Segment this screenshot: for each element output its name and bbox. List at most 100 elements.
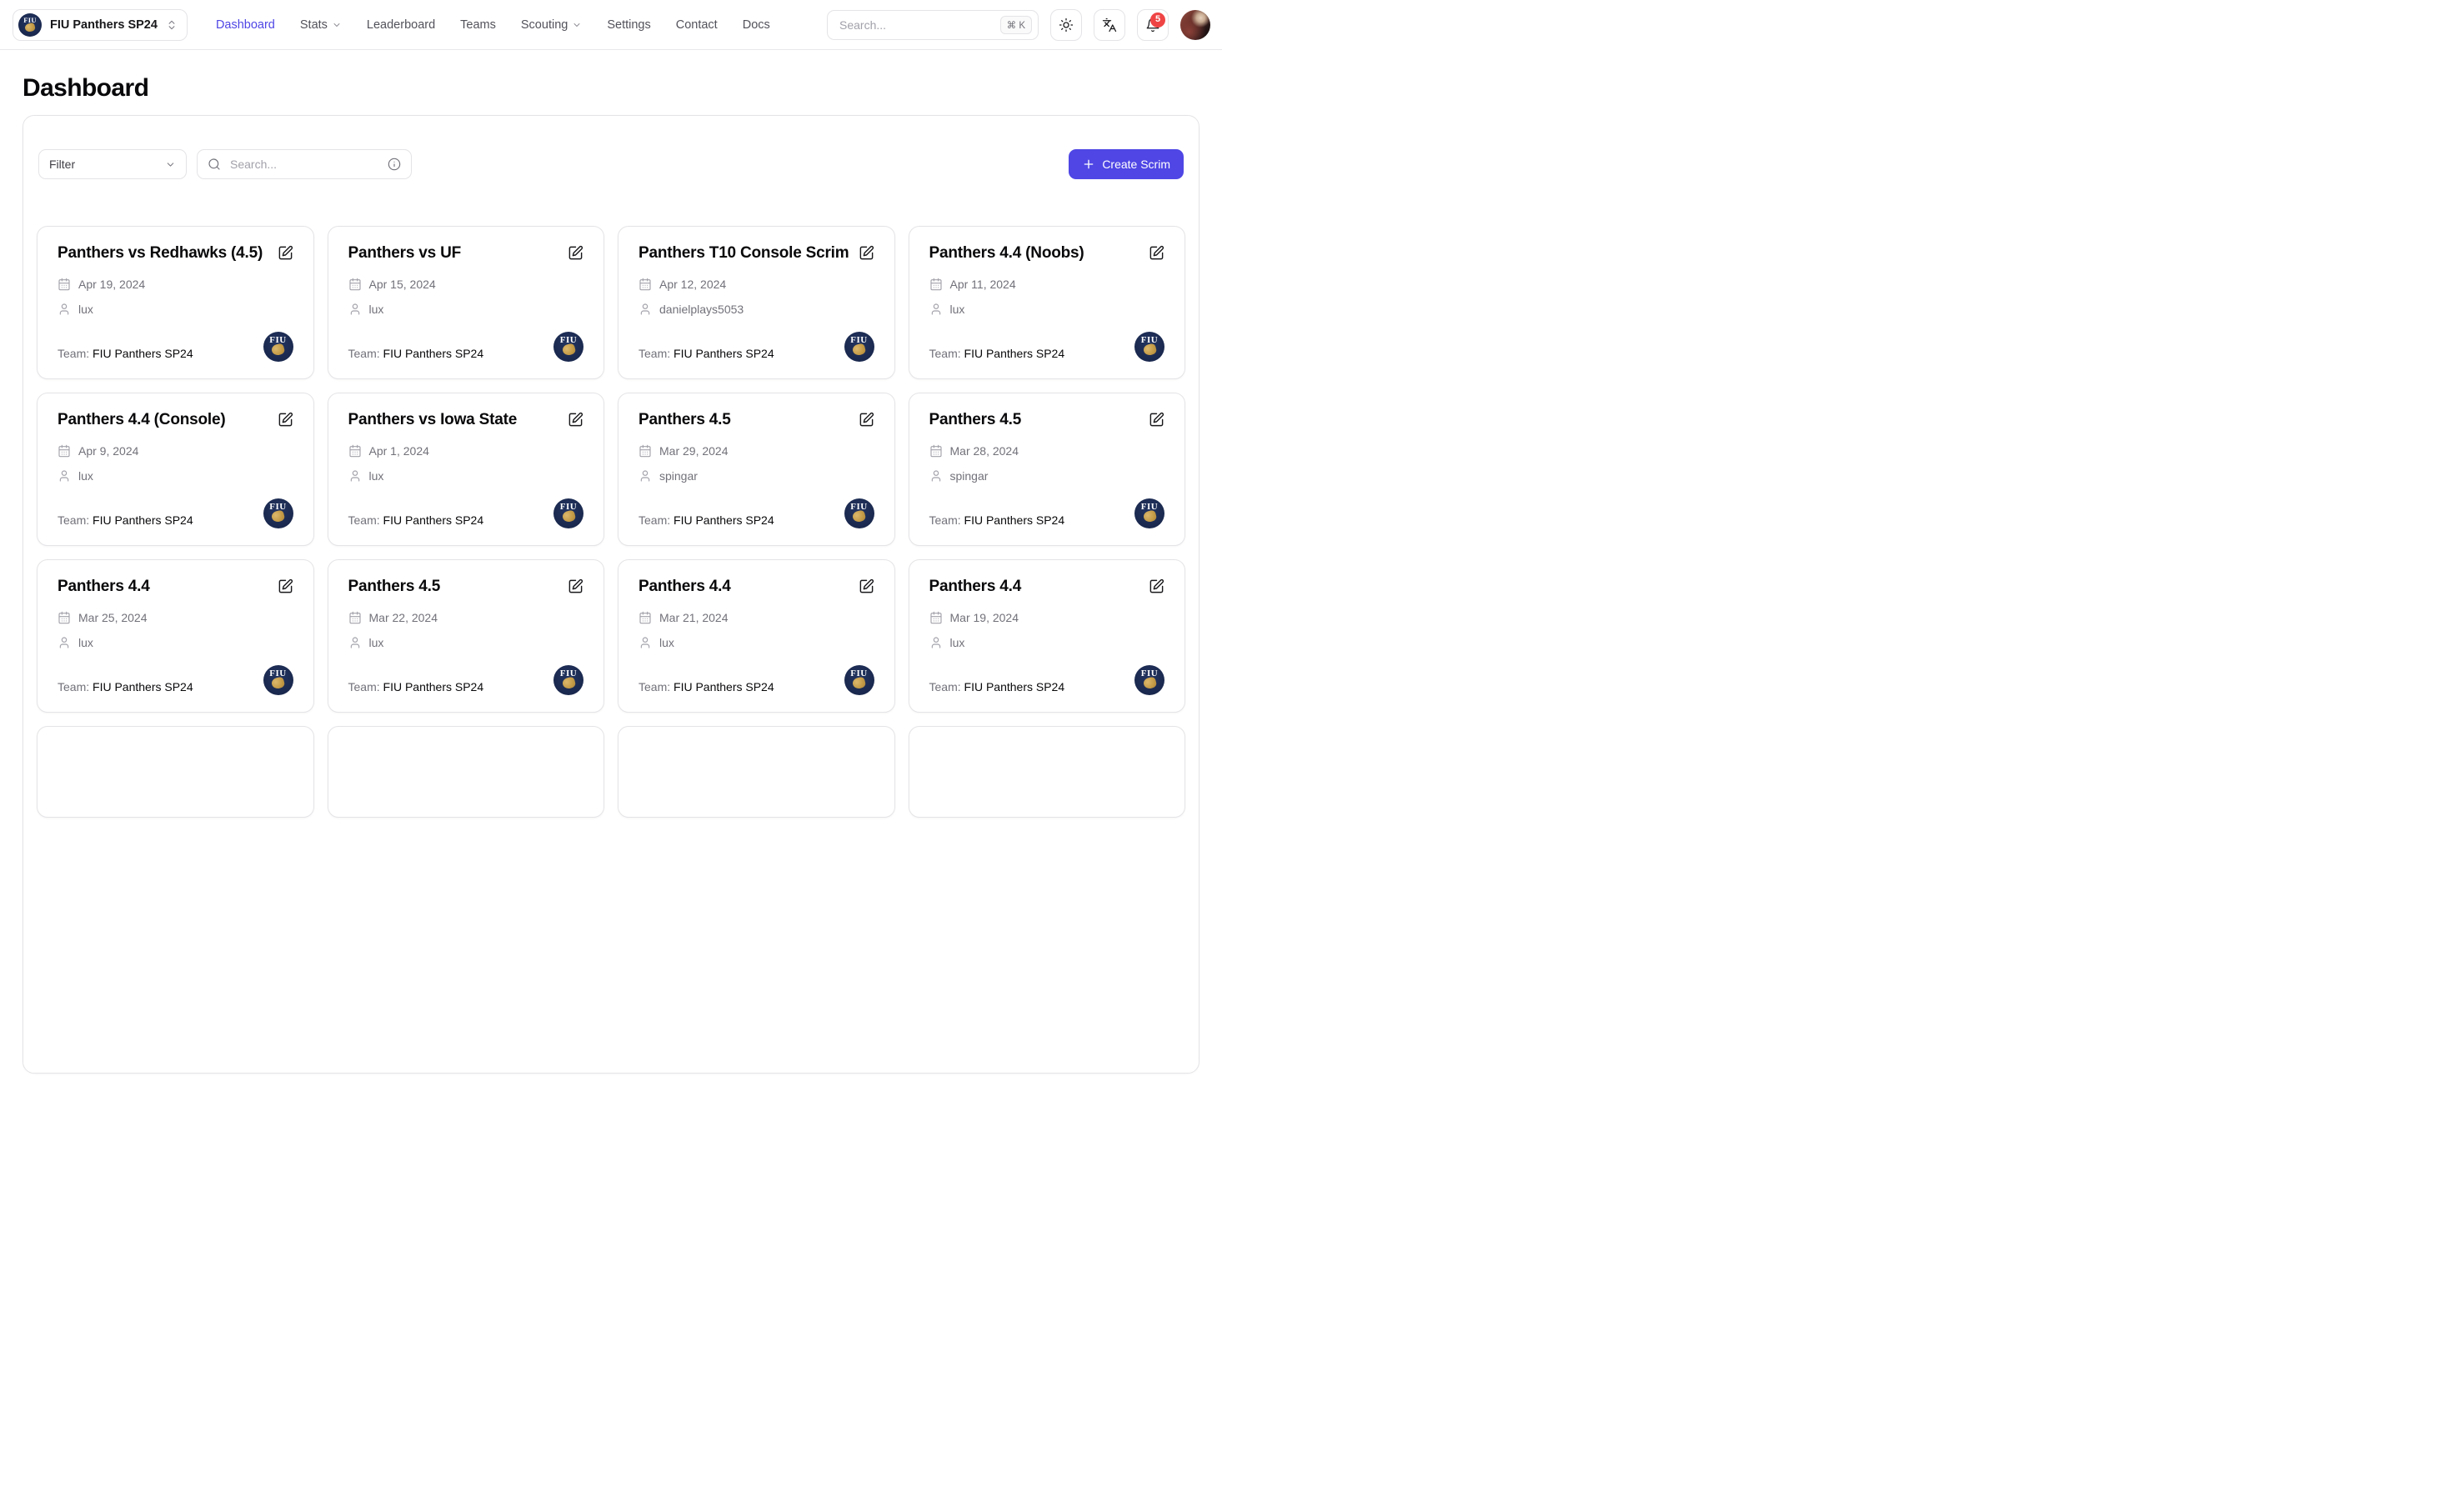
calendar-icon: [929, 611, 943, 624]
scrim-date: Mar 25, 2024: [58, 608, 293, 627]
scrim-card[interactable]: Panthers 4.5 Mar 28, 2024 spingar Team: …: [909, 393, 1186, 546]
edit-icon: [1149, 578, 1164, 594]
scrim-card[interactable]: Panthers 4.4 (Console) Apr 9, 2024 lux T…: [37, 393, 314, 546]
scrim-title: Panthers 4.5: [639, 410, 731, 430]
scrim-card[interactable]: Panthers 4.5 Mar 29, 2024 spingar Team: …: [618, 393, 895, 546]
team-line: Team: FIU Panthers SP24: [639, 512, 774, 528]
team-logo: FIU: [553, 665, 583, 695]
edit-scrim-button[interactable]: [1149, 245, 1164, 261]
team-line: Team: FIU Panthers SP24: [639, 678, 774, 695]
scrim-host: lux: [929, 633, 1165, 652]
nav-scouting-label: Scouting: [521, 18, 568, 32]
edit-icon: [568, 578, 583, 594]
edit-icon: [568, 412, 583, 428]
edit-scrim-button[interactable]: [1149, 412, 1164, 428]
scrim-title: Panthers 4.4 (Noobs): [929, 243, 1084, 263]
calendar-icon: [929, 444, 943, 458]
team-logo: FIU: [263, 665, 293, 695]
scrim-card[interactable]: Panthers vs Redhawks (4.5) Apr 19, 2024 …: [37, 226, 314, 379]
nav-stats[interactable]: Stats: [300, 18, 342, 32]
nav-scouting[interactable]: Scouting: [521, 18, 582, 32]
scrim-card[interactable]: Panthers 4.5 Mar 22, 2024 lux Team: FIU …: [328, 559, 605, 713]
calendar-icon: [58, 278, 71, 291]
team-line: Team: FIU Panthers SP24: [58, 512, 193, 528]
scrim-title: Panthers 4.4: [58, 577, 150, 597]
calendar-icon: [58, 444, 71, 458]
nav-leaderboard[interactable]: Leaderboard: [367, 18, 435, 32]
scrim-card[interactable]: Panthers vs UF Apr 15, 2024 lux Team: FI…: [328, 226, 605, 379]
edit-scrim-button[interactable]: [568, 245, 583, 261]
user-icon: [929, 303, 943, 316]
team-line: Team: FIU Panthers SP24: [929, 345, 1065, 362]
language-button[interactable]: [1094, 9, 1125, 41]
scrim-search: [197, 149, 412, 179]
user-icon: [348, 636, 362, 649]
team-logo: FIU: [1134, 332, 1164, 362]
global-search-input[interactable]: [838, 18, 1000, 33]
edit-scrim-button[interactable]: [859, 578, 874, 594]
edit-icon: [278, 245, 293, 261]
calendar-icon: [639, 444, 652, 458]
user-avatar[interactable]: [1180, 10, 1210, 40]
keyboard-shortcut-hint: ⌘ K: [1000, 16, 1032, 34]
edit-scrim-button[interactable]: [568, 578, 583, 594]
global-search: ⌘ K: [827, 10, 1039, 40]
scrim-card[interactable]: Panthers 4.4 Mar 21, 2024 lux Team: FIU …: [618, 559, 895, 713]
theme-toggle-button[interactable]: [1050, 9, 1082, 41]
scrim-card[interactable]: Panthers T10 Console Scrim Apr 12, 2024 …: [618, 226, 895, 379]
main-nav: Dashboard Stats Leaderboard Teams Scouti…: [216, 18, 770, 32]
plus-icon: [1082, 158, 1095, 171]
nav-dashboard[interactable]: Dashboard: [216, 18, 275, 32]
scrim-date: Mar 28, 2024: [929, 442, 1165, 460]
team-selector[interactable]: FIU FIU Panthers SP24: [13, 9, 188, 41]
nav-settings[interactable]: Settings: [607, 18, 650, 32]
app-header: FIU FIU Panthers SP24 Dashboard Stats Le…: [0, 0, 1222, 50]
edit-scrim-button[interactable]: [568, 412, 583, 428]
scrim-card-partial[interactable]: [909, 726, 1186, 818]
team-selector-label: FIU Panthers SP24: [50, 18, 158, 32]
scrim-date: Apr 19, 2024: [58, 275, 293, 293]
edit-scrim-button[interactable]: [278, 578, 293, 594]
team-logo: FIU: [844, 332, 874, 362]
user-icon: [929, 469, 943, 483]
scrims-toolbar: Filter Create Scrim: [38, 149, 1184, 179]
scrim-search-input[interactable]: [228, 157, 380, 172]
nav-teams[interactable]: Teams: [460, 18, 496, 32]
team-line: Team: FIU Panthers SP24: [929, 512, 1065, 528]
scrim-date: Apr 15, 2024: [348, 275, 584, 293]
scrims-grid: Panthers vs Redhawks (4.5) Apr 19, 2024 …: [37, 226, 1185, 818]
scrim-title: Panthers 4.4 (Console): [58, 410, 225, 430]
scrim-host: spingar: [929, 467, 1165, 485]
edit-scrim-button[interactable]: [278, 245, 293, 261]
scrim-card-partial[interactable]: [618, 726, 895, 818]
user-icon: [348, 303, 362, 316]
chevron-down-icon: [332, 20, 342, 30]
team-logo: FIU: [553, 332, 583, 362]
chevron-down-icon: [165, 159, 176, 170]
user-icon: [639, 303, 652, 316]
nav-docs[interactable]: Docs: [743, 18, 770, 32]
user-icon: [348, 469, 362, 483]
scrim-card[interactable]: Panthers 4.4 Mar 19, 2024 lux Team: FIU …: [909, 559, 1186, 713]
user-icon: [58, 303, 71, 316]
scrim-card-partial[interactable]: [37, 726, 314, 818]
edit-scrim-button[interactable]: [859, 412, 874, 428]
notifications-button[interactable]: 5: [1137, 9, 1169, 41]
nav-contact[interactable]: Contact: [676, 18, 718, 32]
scrim-date: Mar 21, 2024: [639, 608, 874, 627]
edit-scrim-button[interactable]: [278, 412, 293, 428]
team-line: Team: FIU Panthers SP24: [348, 512, 484, 528]
scrim-card[interactable]: Panthers 4.4 (Noobs) Apr 11, 2024 lux Te…: [909, 226, 1186, 379]
scrim-title: Panthers 4.5: [348, 577, 441, 597]
languages-icon: [1102, 18, 1117, 33]
edit-scrim-button[interactable]: [859, 245, 874, 261]
filter-dropdown[interactable]: Filter: [38, 149, 187, 179]
create-scrim-button[interactable]: Create Scrim: [1069, 149, 1184, 179]
info-icon[interactable]: [388, 158, 401, 171]
scrim-card[interactable]: Panthers vs Iowa State Apr 1, 2024 lux T…: [328, 393, 605, 546]
scrim-card-partial[interactable]: [328, 726, 605, 818]
team-line: Team: FIU Panthers SP24: [58, 345, 193, 362]
scrim-card[interactable]: Panthers 4.4 Mar 25, 2024 lux Team: FIU …: [37, 559, 314, 713]
edit-icon: [278, 578, 293, 594]
edit-scrim-button[interactable]: [1149, 578, 1164, 594]
